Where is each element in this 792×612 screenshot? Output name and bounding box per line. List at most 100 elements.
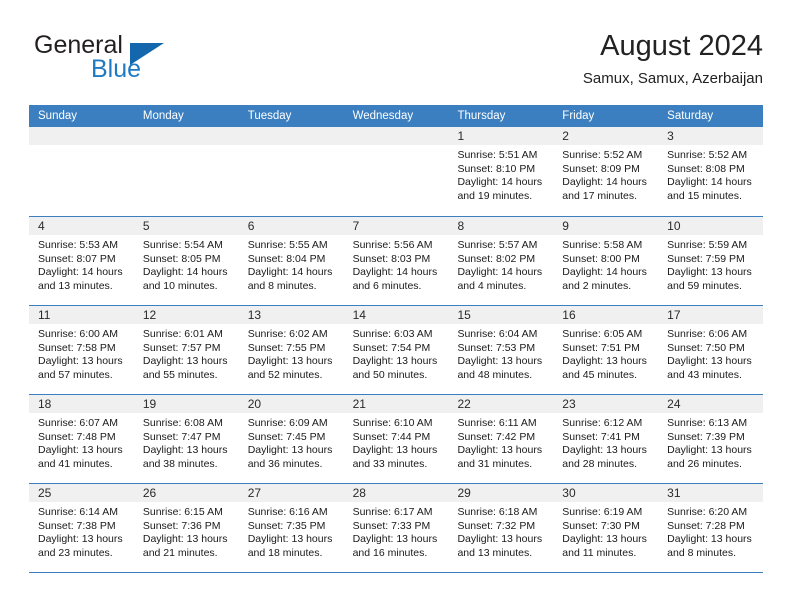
day-number-band xyxy=(238,127,344,145)
daylight-line-1: Daylight: 14 hours xyxy=(352,266,438,279)
daylight-line-2: and 50 minutes. xyxy=(352,368,428,381)
page-title: August 2024 xyxy=(600,30,763,62)
day-number: 15 xyxy=(457,308,471,322)
sunrise-line: Sunrise: 6:15 AM xyxy=(142,506,223,518)
calendar-day-cell-1[interactable]: 1 Sunrise: 5:51 AM Sunset: 8:10 PM Daylight… xyxy=(448,127,554,216)
daylight-line-1: Daylight: 13 hours xyxy=(352,355,438,368)
day-number-band: 6 xyxy=(238,217,344,235)
weekday-header-row: Sunday Monday Tuesday Wednesday Thursday Frid… xyxy=(29,105,763,127)
daylight-line-1: Daylight: 13 hours xyxy=(457,355,543,368)
calendar-day-cell-23[interactable]: 23 Sunrise: 6:12 AM Sunset: 7:41 PM Dayligh… xyxy=(553,395,659,483)
calendar-day-cell-29[interactable]: 29 Sunrise: 6:18 AM Sunset: 7:32 PM Dayligh… xyxy=(448,484,554,572)
day-sun-info: Sunrise: 5:51 AM Sunset: 8:10 PM Daylight:… xyxy=(448,145,553,203)
daylight-line-2: and 45 minutes. xyxy=(562,368,638,381)
day-number: 10 xyxy=(667,219,681,233)
day-number: 26 xyxy=(142,486,157,500)
calendar-day-cell-16[interactable]: 16 Sunrise: 6:05 AM Sunset: 7:51 PM Dayligh… xyxy=(553,306,659,394)
calendar-day-cell-empty xyxy=(29,127,134,216)
daylight-line-2: and 4 minutes. xyxy=(457,279,527,292)
daylight-line-1: Daylight: 13 hours xyxy=(562,533,647,546)
calendar-day-cell-5[interactable]: 5 Sunrise: 5:54 AM Sunset: 8:05 PM Daylight… xyxy=(133,217,239,305)
calendar-day-cell-19[interactable]: 19 Sunrise: 6:08 AM Sunset: 7:47 PM Dayligh… xyxy=(133,395,239,483)
daylight-line-2: and 36 minutes. xyxy=(247,457,323,470)
sunrise-line: Sunrise: 6:06 AM xyxy=(667,328,748,340)
daylight-line-1: Daylight: 13 hours xyxy=(142,444,228,457)
day-number-band: 17 xyxy=(658,306,764,324)
day-sun-info: Sunrise: 6:03 AM Sunset: 7:54 PM Daylight:… xyxy=(344,324,449,382)
calendar-day-cell-7[interactable]: 7 Sunrise: 5:56 AM Sunset: 8:03 PM Daylight… xyxy=(343,217,449,305)
day-sun-info: Sunrise: 6:06 AM Sunset: 7:50 PM Daylight:… xyxy=(658,324,763,382)
calendar-day-cell-21[interactable]: 21 Sunrise: 6:10 AM Sunset: 7:44 PM Dayligh… xyxy=(343,395,449,483)
day-number-band: 11 xyxy=(29,306,134,324)
calendar-day-cell-4[interactable]: 4 Sunrise: 5:53 AM Sunset: 8:07 PM Daylight… xyxy=(29,217,134,305)
day-sun-info: Sunrise: 5:54 AM Sunset: 8:05 PM Daylight:… xyxy=(134,235,239,293)
day-number: 5 xyxy=(142,219,150,233)
calendar-day-cell-2[interactable]: 2 Sunrise: 5:52 AM Sunset: 8:09 PM Daylight… xyxy=(553,127,659,216)
calendar-day-cell-25[interactable]: 25 Sunrise: 6:14 AM Sunset: 7:38 PM Dayligh… xyxy=(29,484,134,572)
day-sun-info: Sunrise: 5:52 AM Sunset: 8:09 PM Daylight:… xyxy=(553,145,658,203)
logo-text-blue: Blue xyxy=(91,55,142,83)
day-number-band: 7 xyxy=(343,217,449,235)
calendar-day-cell-20[interactable]: 20 Sunrise: 6:09 AM Sunset: 7:45 PM Dayligh… xyxy=(238,395,344,483)
day-number-band: 1 xyxy=(448,127,554,145)
sunrise-line: Sunrise: 6:18 AM xyxy=(457,506,538,518)
day-number-band: 9 xyxy=(553,217,659,235)
weekday-header-monday: Monday xyxy=(142,110,184,122)
calendar-day-cell-12[interactable]: 12 Sunrise: 6:01 AM Sunset: 7:57 PM Dayligh… xyxy=(133,306,239,394)
calendar-day-cell-8[interactable]: 8 Sunrise: 5:57 AM Sunset: 8:02 PM Daylight… xyxy=(448,217,554,305)
calendar-day-cell-10[interactable]: 10 Sunrise: 5:59 AM Sunset: 7:59 PM Dayligh… xyxy=(658,217,764,305)
sunset-line: Sunset: 7:32 PM xyxy=(457,519,536,532)
calendar-day-cell-11[interactable]: 11 Sunrise: 6:00 AM Sunset: 7:58 PM Dayligh… xyxy=(29,306,134,394)
day-sun-info: Sunrise: 6:12 AM Sunset: 7:41 PM Daylight:… xyxy=(553,413,658,471)
day-number-band: 20 xyxy=(238,395,344,413)
calendar-day-cell-empty xyxy=(238,127,344,216)
daylight-line-2: and 31 minutes. xyxy=(457,457,533,470)
daylight-line-2: and 17 minutes. xyxy=(562,189,638,202)
day-sun-info: Sunrise: 5:53 AM Sunset: 8:07 PM Daylight:… xyxy=(29,235,134,293)
daylight-line-1: Daylight: 13 hours xyxy=(562,355,647,368)
day-number-band: 23 xyxy=(553,395,659,413)
calendar-day-cell-3[interactable]: 3 Sunrise: 5:52 AM Sunset: 8:08 PM Daylight… xyxy=(658,127,764,216)
day-number-band: 18 xyxy=(29,395,134,413)
day-number-band: 12 xyxy=(133,306,239,324)
sunrise-line: Sunrise: 6:07 AM xyxy=(38,417,118,429)
daylight-line-1: Daylight: 13 hours xyxy=(352,533,438,546)
daylight-line-2: and 13 minutes. xyxy=(38,279,113,292)
calendar-day-cell-13[interactable]: 13 Sunrise: 6:02 AM Sunset: 7:55 PM Dayligh… xyxy=(238,306,344,394)
day-number: 8 xyxy=(457,219,465,233)
sunset-line: Sunset: 7:58 PM xyxy=(38,341,116,354)
calendar-day-cell-30[interactable]: 30 Sunrise: 6:19 AM Sunset: 7:30 PM Dayligh… xyxy=(553,484,659,572)
calendar-day-cell-27[interactable]: 27 Sunrise: 6:16 AM Sunset: 7:35 PM Dayligh… xyxy=(238,484,344,572)
calendar-day-cell-15[interactable]: 15 Sunrise: 6:04 AM Sunset: 7:53 PM Dayligh… xyxy=(448,306,554,394)
sunrise-line: Sunrise: 5:56 AM xyxy=(352,239,433,251)
daylight-line-1: Daylight: 13 hours xyxy=(38,533,123,546)
daylight-line-1: Daylight: 13 hours xyxy=(38,355,123,368)
general-blue-logo[interactable]: General Blue xyxy=(34,31,214,89)
sunrise-line: Sunrise: 6:05 AM xyxy=(562,328,643,340)
calendar-day-cell-17[interactable]: 17 Sunrise: 6:06 AM Sunset: 7:50 PM Dayligh… xyxy=(658,306,764,394)
sunrise-line: Sunrise: 6:01 AM xyxy=(142,328,223,340)
calendar-day-cell-24[interactable]: 24 Sunrise: 6:13 AM Sunset: 7:39 PM Dayligh… xyxy=(658,395,764,483)
sunset-line: Sunset: 7:41 PM xyxy=(562,430,640,443)
calendar-day-cell-9[interactable]: 9 Sunrise: 5:58 AM Sunset: 8:00 PM Daylight… xyxy=(553,217,659,305)
calendar-day-cell-28[interactable]: 28 Sunrise: 6:17 AM Sunset: 7:33 PM Dayligh… xyxy=(343,484,449,572)
calendar-day-cell-14[interactable]: 14 Sunrise: 6:03 AM Sunset: 7:54 PM Dayligh… xyxy=(343,306,449,394)
calendar-day-cell-22[interactable]: 22 Sunrise: 6:11 AM Sunset: 7:42 PM Dayligh… xyxy=(448,395,554,483)
calendar-day-cell-31[interactable]: 31 Sunrise: 6:20 AM Sunset: 7:28 PM Dayligh… xyxy=(658,484,764,572)
calendar-day-cell-26[interactable]: 26 Sunrise: 6:15 AM Sunset: 7:36 PM Dayligh… xyxy=(133,484,239,572)
day-sun-info: Sunrise: 5:55 AM Sunset: 8:04 PM Daylight:… xyxy=(239,235,344,293)
grid-bottom-border xyxy=(29,572,763,573)
daylight-line-2: and 8 minutes. xyxy=(247,279,317,292)
daylight-line-2: and 41 minutes. xyxy=(38,457,113,470)
daylight-line-2: and 11 minutes. xyxy=(562,546,637,559)
day-number-band: 30 xyxy=(553,484,659,502)
day-number-band: 16 xyxy=(553,306,659,324)
sunrise-line: Sunrise: 5:53 AM xyxy=(38,239,118,251)
calendar-day-cell-6[interactable]: 6 Sunrise: 5:55 AM Sunset: 8:04 PM Daylight… xyxy=(238,217,344,305)
sunset-line: Sunset: 7:50 PM xyxy=(667,341,745,354)
calendar-day-cell-18[interactable]: 18 Sunrise: 6:07 AM Sunset: 7:48 PM Dayligh… xyxy=(29,395,134,483)
day-number: 7 xyxy=(352,219,360,233)
sunset-line: Sunset: 7:35 PM xyxy=(247,519,326,532)
daylight-line-2: and 26 minutes. xyxy=(667,457,742,470)
weekday-header-sunday: Sunday xyxy=(38,110,78,122)
